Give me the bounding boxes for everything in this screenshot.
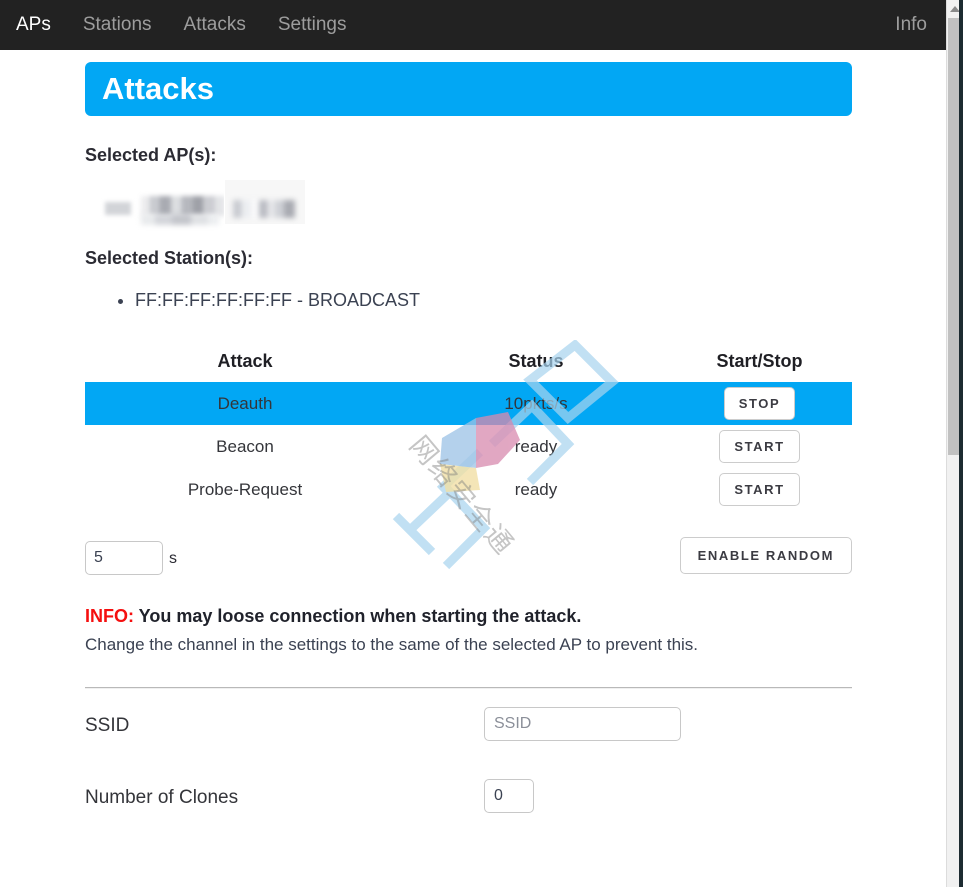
selected-stations-list: FF:FF:FF:FF:FF:FF - BROADCAST — [85, 287, 852, 313]
timer-row: s ENABLE RANDOM — [85, 533, 852, 593]
nav-item-settings[interactable]: Settings — [262, 0, 363, 50]
selected-aps-list — [85, 180, 852, 248]
number-of-clones-input[interactable] — [484, 779, 534, 813]
cell-attack-control: START — [667, 468, 852, 511]
navbar-links: APs Stations Attacks Settings — [0, 0, 362, 50]
number-of-clones-label: Number of Clones — [85, 787, 239, 808]
attacks-table: Attack Status Start/Stop Deauth 10pkts/s… — [85, 345, 852, 511]
start-button-probe-request[interactable]: START — [719, 473, 800, 506]
attacks-table-body: Deauth 10pkts/s STOP Beacon ready START … — [85, 382, 852, 511]
selected-stations-heading: Selected Station(s): — [85, 248, 254, 268]
nav-item-attacks[interactable]: Attacks — [168, 0, 262, 50]
cell-attack-name: Deauth — [85, 382, 405, 425]
cell-attack-name: Probe-Request — [187, 479, 303, 499]
cell-attack-name: Beacon — [216, 436, 274, 456]
info-hint-text: Change the channel in the settings to th… — [85, 635, 699, 654]
table-row: Beacon ready START — [85, 425, 852, 468]
list-item[interactable]: FF:FF:FF:FF:FF:FF - BROADCAST — [135, 287, 852, 313]
column-header-status: Status — [508, 351, 564, 371]
page-title: Attacks — [102, 71, 214, 106]
ssid-input[interactable] — [484, 707, 681, 741]
navbar-right: Info — [879, 0, 943, 50]
window-edge — [959, 0, 963, 887]
list-item[interactable] — [105, 180, 305, 234]
info-block: INFO: You may loose connection when star… — [85, 603, 852, 659]
table-row: Deauth 10pkts/s STOP — [85, 382, 852, 425]
cell-attack-control: START — [667, 425, 852, 468]
redacted-text-block — [105, 202, 131, 215]
redacted-text-block — [141, 196, 225, 216]
ssid-label: SSID — [85, 715, 130, 736]
nav-item-stations[interactable]: Stations — [67, 0, 168, 50]
start-button-beacon[interactable]: START — [719, 430, 800, 463]
stop-button[interactable]: STOP — [723, 387, 796, 420]
top-navbar: APs Stations Attacks Settings Info — [0, 0, 963, 50]
table-row: Probe-Request ready START — [85, 468, 852, 511]
timer-unit-label: s — [169, 550, 177, 567]
cell-attack-status: ready — [514, 436, 558, 456]
enable-random-button[interactable]: ENABLE RANDOM — [679, 537, 852, 574]
content-inner: Attacks Selected AP(s): Selected Station… — [85, 50, 852, 833]
selected-aps-heading: Selected AP(s): — [85, 145, 217, 165]
redacted-text-block — [141, 214, 219, 225]
page-title-banner: Attacks — [85, 62, 852, 116]
attack-timeout-input[interactable] — [85, 541, 163, 575]
ssid-form-row: SSID — [85, 707, 852, 761]
clones-form-row: Number of Clones — [85, 779, 852, 833]
column-header-attack: Attack — [217, 351, 273, 371]
info-warning-text: You may loose connection when starting t… — [134, 606, 582, 626]
info-warning-line: INFO: You may loose connection when star… — [85, 603, 852, 629]
redacted-text-block — [233, 200, 295, 218]
cell-attack-status: ready — [514, 479, 558, 499]
cell-attack-control: STOP — [667, 382, 852, 425]
column-header-start-stop: Start/Stop — [716, 351, 803, 371]
nav-item-info[interactable]: Info — [879, 0, 943, 50]
nav-item-aps[interactable]: APs — [0, 0, 67, 50]
info-label: INFO: — [85, 606, 134, 626]
table-header-row: Attack Status Start/Stop — [85, 345, 852, 382]
cell-attack-status: 10pkts/s — [405, 382, 667, 425]
section-divider — [85, 687, 852, 689]
page-content: Attacks Selected AP(s): Selected Station… — [0, 50, 940, 887]
attacks-table-head: Attack Status Start/Stop — [85, 345, 852, 382]
